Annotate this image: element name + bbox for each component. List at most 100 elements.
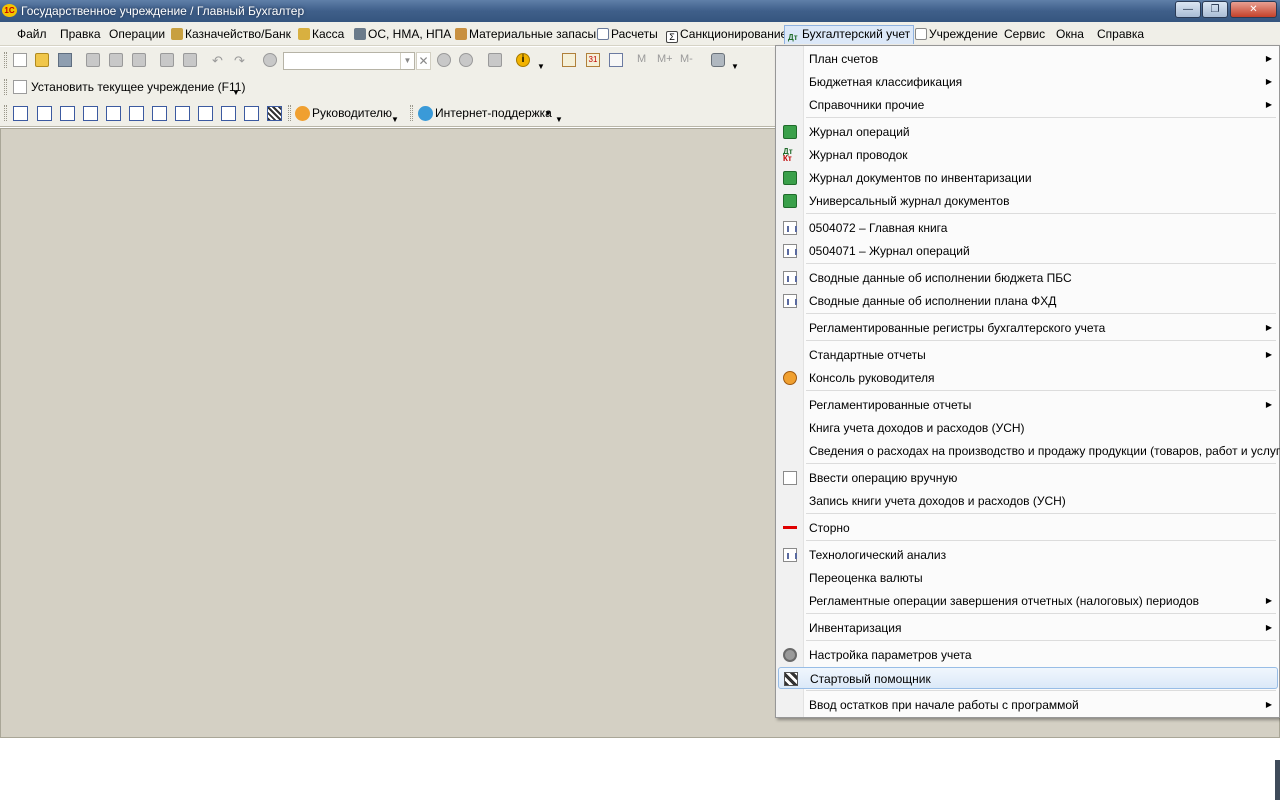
menu-sanction[interactable]: Σ Санкционирование — [663, 25, 790, 44]
toolbar-grip[interactable] — [4, 105, 7, 121]
set-current-institution-button[interactable]: Установить текущее учреждение (F11) — [31, 80, 245, 94]
report-icon[interactable] — [37, 106, 52, 121]
menu-item[interactable]: Консоль руководителя — [778, 367, 1278, 389]
copy-icon[interactable] — [109, 53, 123, 67]
info-icon[interactable]: i — [516, 53, 530, 67]
toolbar-grip[interactable] — [4, 52, 7, 68]
menu-item[interactable]: Ввод остатков при начале работы с програ… — [778, 694, 1278, 716]
menu-item[interactable]: Регламентные операции завершения отчетны… — [778, 590, 1278, 612]
menu-cash[interactable]: Касса — [295, 25, 347, 44]
memory-plus-button[interactable]: M+ — [657, 53, 673, 67]
users-icon[interactable] — [609, 53, 623, 67]
calculator-icon[interactable] — [562, 53, 576, 67]
info-dropdown-icon[interactable]: ▼ — [537, 62, 545, 71]
menu-item[interactable]: Регламентированные регистры бухгалтерско… — [778, 317, 1278, 339]
menu-item[interactable]: Стандартные отчеты ▶ — [778, 344, 1278, 366]
new-document-icon[interactable] — [13, 53, 27, 67]
find-prev-icon[interactable] — [459, 53, 473, 67]
menu-item[interactable]: Настройка параметров учета — [778, 644, 1278, 666]
menu-file[interactable]: Файл — [14, 25, 50, 44]
chevron-down-icon[interactable]: ▼ — [232, 88, 240, 97]
truck-icon — [354, 28, 366, 40]
menu-settlements[interactable]: Расчеты — [594, 25, 661, 44]
search-icon[interactable] — [263, 53, 277, 67]
report-icon[interactable] — [129, 106, 144, 121]
menu-item[interactable]: Запись книги учета доходов и расходов (У… — [778, 490, 1278, 512]
report-icon[interactable] — [83, 106, 98, 121]
chevron-down-icon[interactable]: ▼ — [391, 115, 399, 124]
menu-item-label: 0504071 – Журнал операций — [809, 244, 970, 258]
menu-treasury[interactable]: Казначейство/Банк — [168, 25, 294, 44]
windows-icon[interactable] — [488, 53, 502, 67]
menu-item[interactable]: Переоценка валюты — [778, 567, 1278, 589]
menu-item[interactable]: 0504071 – Журнал операций — [778, 240, 1278, 262]
report-icon[interactable] — [221, 106, 236, 121]
tools-dropdown-icon[interactable]: ▼ — [731, 62, 739, 71]
report-icon[interactable] — [198, 106, 213, 121]
menu-item[interactable]: Регламентированные отчеты ▶ — [778, 394, 1278, 416]
report-icon[interactable] — [175, 106, 190, 121]
submenu-arrow-icon: ▶ — [1265, 623, 1272, 632]
tools-icon[interactable] — [711, 53, 725, 67]
maximize-button[interactable]: ❐ — [1202, 1, 1228, 18]
print-preview-icon[interactable] — [183, 53, 197, 67]
menu-fixed-assets[interactable]: ОС, НМА, НПА — [351, 25, 454, 44]
open-folder-icon[interactable] — [35, 53, 49, 67]
minimize-button[interactable]: — — [1175, 1, 1201, 18]
menu-item[interactable]: Сторно — [778, 517, 1278, 539]
find-next-icon[interactable] — [437, 53, 451, 67]
internet-support-button[interactable]: Интернет-поддержка — [435, 106, 552, 120]
menu-item[interactable]: Сводные данные об исполнении плана ФХД — [778, 290, 1278, 312]
menu-item[interactable]: Универсальный журнал документов — [778, 190, 1278, 212]
menu-item[interactable]: Журнал документов по инвентаризации — [778, 167, 1278, 189]
chevron-down-icon[interactable]: ▼ — [544, 109, 552, 118]
menu-operations[interactable]: Операции — [106, 25, 168, 44]
checkered-icon[interactable] — [267, 106, 282, 121]
report-icon[interactable] — [244, 106, 259, 121]
menu-item[interactable]: Дт Кт Журнал проводок — [778, 144, 1278, 166]
menu-item[interactable]: Стартовый помощник — [778, 667, 1278, 689]
menu-service[interactable]: Сервис — [1001, 25, 1048, 44]
undo-icon[interactable]: ↶ — [212, 53, 226, 68]
gear-icon — [783, 648, 797, 662]
toolbar-grip[interactable] — [4, 79, 7, 95]
memory-minus-button[interactable]: M- — [680, 53, 693, 67]
search-input[interactable]: ▼ — [283, 52, 415, 70]
menu-item[interactable]: Книга учета доходов и расходов (УСН) — [778, 417, 1278, 439]
menu-accounting[interactable]: Дт Бухгалтерский учет — [784, 25, 915, 44]
menu-item[interactable]: План счетов ▶ — [778, 48, 1278, 70]
menu-item[interactable]: Технологический анализ — [778, 544, 1278, 566]
menu-inventory[interactable]: Материальные запасы — [452, 25, 599, 44]
chevron-down-icon[interactable]: ▼ — [555, 115, 563, 124]
close-button[interactable]: ✕ — [1230, 1, 1277, 18]
menu-item[interactable]: 0504072 – Главная книга — [778, 217, 1278, 239]
manager-button[interactable]: Руководителю — [312, 106, 392, 120]
scrollbar[interactable] — [1275, 760, 1280, 800]
paste-icon[interactable] — [132, 53, 146, 67]
menu-item[interactable]: Сводные данные об исполнении бюджета ПБС — [778, 267, 1278, 289]
menu-help[interactable]: Справка — [1094, 25, 1147, 44]
report-icon[interactable] — [106, 106, 121, 121]
toolbar-grip[interactable] — [410, 105, 413, 121]
menu-item[interactable]: Сведения о расходах на производство и пр… — [778, 440, 1280, 462]
calendar-icon[interactable]: 31 — [586, 53, 600, 67]
menu-windows[interactable]: Окна — [1053, 25, 1087, 44]
report-icon[interactable] — [152, 106, 167, 121]
menu-item[interactable]: Журнал операций — [778, 121, 1278, 143]
toolbar-grip[interactable] — [288, 105, 291, 121]
menu-item[interactable]: Бюджетная классификация ▶ — [778, 71, 1278, 93]
menu-item[interactable]: Ввести операцию вручную — [778, 467, 1278, 489]
memory-button[interactable]: M — [637, 53, 646, 67]
menu-edit[interactable]: Правка — [57, 25, 104, 44]
redo-icon[interactable]: ↷ — [234, 53, 248, 68]
report-icon[interactable] — [13, 106, 28, 121]
menu-item[interactable]: Справочники прочие ▶ — [778, 94, 1278, 116]
cut-icon[interactable] — [86, 53, 100, 67]
save-icon[interactable] — [58, 53, 72, 67]
chevron-down-icon[interactable]: ▼ — [400, 53, 414, 69]
print-icon[interactable] — [160, 53, 174, 67]
report-icon[interactable] — [60, 106, 75, 121]
menu-institution[interactable]: Учреждение — [912, 25, 1001, 44]
clear-search-icon[interactable]: ✕ — [416, 52, 431, 70]
menu-item[interactable]: Инвентаризация ▶ — [778, 617, 1278, 639]
